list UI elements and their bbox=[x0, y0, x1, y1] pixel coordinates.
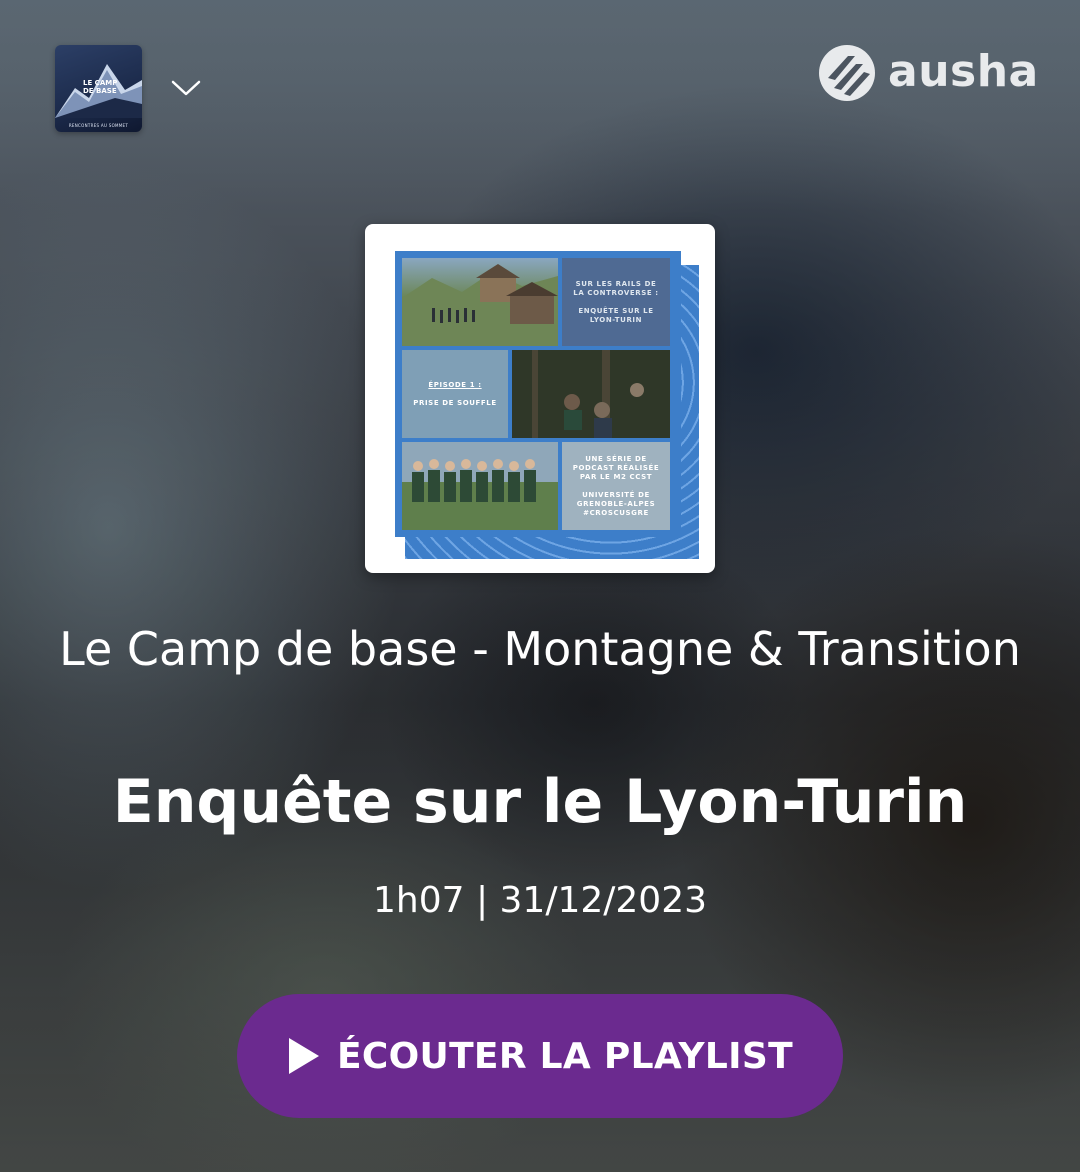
ausha-brand[interactable]: ausha bbox=[818, 42, 1038, 104]
header: LE CAMP DE BASE RENCONTRES AU SOMMET aus… bbox=[0, 0, 1080, 150]
ausha-logo-icon bbox=[819, 45, 875, 101]
cover-text-credits: UNE SÉRIE DE PODCAST RÉALISÉE PAR LE M2 … bbox=[562, 442, 670, 530]
thumbnail-tagline: RENCONTRES AU SOMMET bbox=[68, 123, 129, 128]
show-title[interactable]: Le Camp de base - Montagne & Transition bbox=[0, 618, 1080, 680]
cover-text-episode: ÉPISODE 1 : PRISE DE SOUFFLE bbox=[402, 350, 508, 438]
cover-text-series: SUR LES RAILS DE LA CONTROVERSE : ENQUÊT… bbox=[562, 258, 670, 346]
thumbnail-title: LE CAMP DE BASE bbox=[83, 79, 118, 95]
listen-playlist-label: ÉCOUTER LA PLAYLIST bbox=[337, 1035, 793, 1077]
play-icon bbox=[289, 1038, 320, 1074]
show-thumbnail[interactable]: LE CAMP DE BASE RENCONTRES AU SOMMET bbox=[55, 45, 142, 132]
episode-title: Enquête sur le Lyon-Turin bbox=[112, 767, 968, 837]
listen-playlist-button[interactable]: ÉCOUTER LA PLAYLIST bbox=[237, 994, 843, 1118]
cover-photo-forest bbox=[512, 350, 670, 438]
episode-cover: SUR LES RAILS DE LA CONTROVERSE : ENQUÊT… bbox=[365, 224, 715, 573]
cover-photo-hikers bbox=[402, 258, 558, 346]
cover-collage: SUR LES RAILS DE LA CONTROVERSE : ENQUÊT… bbox=[395, 251, 681, 537]
brand-name: ausha bbox=[888, 46, 1039, 97]
episode-meta: 1h07 | 31/12/2023 bbox=[372, 880, 708, 921]
cover-photo-group bbox=[402, 442, 558, 530]
chevron-down-icon[interactable] bbox=[168, 72, 204, 102]
